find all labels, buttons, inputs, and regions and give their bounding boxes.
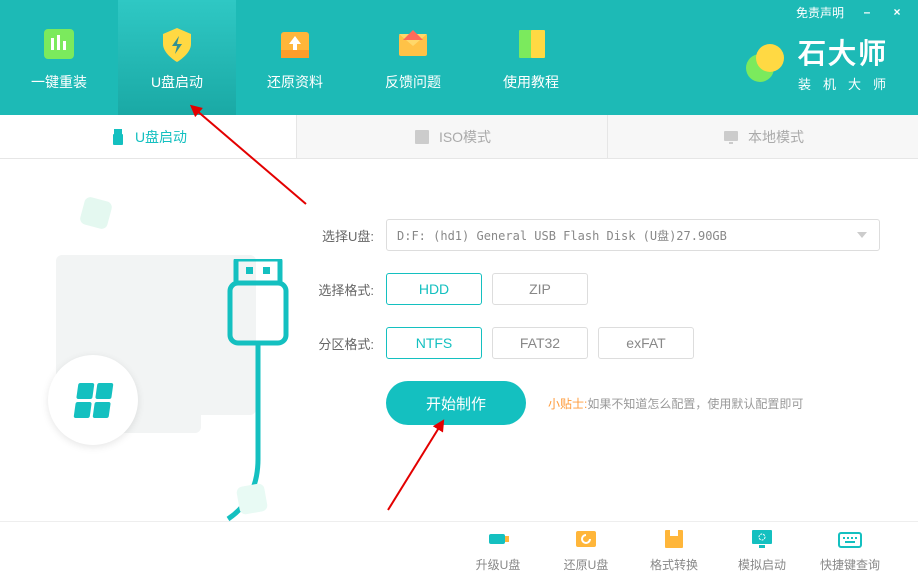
- keyboard-icon: [837, 528, 863, 550]
- tab-label: 本地模式: [748, 127, 804, 147]
- select-format-label: 选择格式:: [314, 280, 374, 299]
- mode-tabs: U盘启动 ISO模式 本地模式: [0, 115, 918, 159]
- window-controls: 免责声明 – ×: [796, 0, 918, 24]
- windows-flag-icon: [73, 383, 113, 418]
- nav-label: U盘启动: [151, 72, 203, 92]
- decoration-icon: [79, 196, 113, 230]
- header: 免责声明 – × 一键重装 U盘启动 还原资料 反馈问题: [0, 0, 918, 115]
- footer-format-convert[interactable]: 格式转换: [630, 522, 718, 579]
- footer-label: 格式转换: [650, 556, 698, 573]
- iso-icon: [413, 128, 431, 146]
- partition-option-fat32[interactable]: FAT32: [492, 327, 588, 359]
- upload-box-icon: [275, 24, 315, 64]
- usb-stick-icon: [485, 528, 511, 550]
- tip-label: 小贴士:: [548, 397, 587, 411]
- footer-label: 升级U盘: [476, 556, 521, 573]
- brand-subtitle: 装机大师: [798, 74, 898, 93]
- footer-hotkey-query[interactable]: 快捷键查询: [806, 522, 894, 579]
- format-option-hdd[interactable]: HDD: [386, 273, 482, 305]
- footer-restore-usb[interactable]: 还原U盘: [542, 522, 630, 579]
- minimize-icon[interactable]: –: [860, 5, 874, 19]
- nav-label: 一键重装: [31, 72, 87, 92]
- tab-usb-boot[interactable]: U盘启动: [0, 115, 296, 158]
- footer-toolbar: 升级U盘 还原U盘 格式转换 模拟启动 快捷键查询: [0, 521, 918, 579]
- envelope-icon: [393, 24, 433, 64]
- restore-icon: [573, 528, 599, 550]
- usb-select[interactable]: D:F: (hd1) General USB Flash Disk (U盘)27…: [386, 219, 880, 251]
- monitor-play-icon: [749, 528, 775, 550]
- tab-label: ISO模式: [439, 127, 491, 147]
- tip-text: 小贴士:如果不知道怎么配置，使用默认配置即可: [548, 395, 803, 412]
- usb-icon: [109, 128, 127, 146]
- partition-option-ntfs[interactable]: NTFS: [386, 327, 482, 359]
- shield-icon: [157, 24, 197, 64]
- partition-option-exfat[interactable]: exFAT: [598, 327, 694, 359]
- bar-chart-icon: [39, 24, 79, 64]
- nav-label: 还原资料: [267, 72, 323, 92]
- nav-reinstall[interactable]: 一键重装: [0, 0, 118, 115]
- brand-title: 石大师: [798, 32, 898, 72]
- nav-tutorial[interactable]: 使用教程: [472, 0, 590, 115]
- footer-label: 快捷键查询: [820, 556, 880, 573]
- tab-label: U盘启动: [135, 127, 187, 147]
- nav-label: 使用教程: [503, 72, 559, 92]
- footer-label: 还原U盘: [564, 556, 609, 573]
- floppy-icon: [661, 528, 687, 550]
- config-form: 选择U盘: D:F: (hd1) General USB Flash Disk …: [296, 159, 918, 521]
- tab-local-mode[interactable]: 本地模式: [607, 115, 918, 158]
- disclaimer-link[interactable]: 免责声明: [796, 4, 844, 21]
- partition-format-label: 分区格式:: [314, 334, 374, 353]
- decoration-icon: [236, 483, 268, 515]
- nav-usb-boot[interactable]: U盘启动: [118, 0, 236, 115]
- windows-badge: [48, 355, 138, 445]
- monitor-icon: [722, 128, 740, 146]
- nav-label: 反馈问题: [385, 72, 441, 92]
- close-icon[interactable]: ×: [890, 5, 904, 19]
- illustration-panel: [0, 159, 296, 521]
- select-usb-label: 选择U盘:: [314, 226, 374, 245]
- format-option-zip[interactable]: ZIP: [492, 273, 588, 305]
- footer-simulate-boot[interactable]: 模拟启动: [718, 522, 806, 579]
- book-icon: [511, 24, 551, 64]
- brand-logo-icon: [744, 42, 786, 84]
- tab-iso-mode[interactable]: ISO模式: [296, 115, 607, 158]
- usb-select-value: D:F: (hd1) General USB Flash Disk (U盘)27…: [397, 227, 727, 244]
- nav-restore[interactable]: 还原资料: [236, 0, 354, 115]
- nav-feedback[interactable]: 反馈问题: [354, 0, 472, 115]
- start-create-button[interactable]: 开始制作: [386, 381, 526, 425]
- content-area: 选择U盘: D:F: (hd1) General USB Flash Disk …: [0, 159, 918, 521]
- footer-label: 模拟启动: [738, 556, 786, 573]
- main-nav: 一键重装 U盘启动 还原资料 反馈问题 使用教程: [0, 0, 590, 115]
- footer-upgrade-usb[interactable]: 升级U盘: [454, 522, 542, 579]
- brand: 石大师 装机大师: [744, 32, 898, 93]
